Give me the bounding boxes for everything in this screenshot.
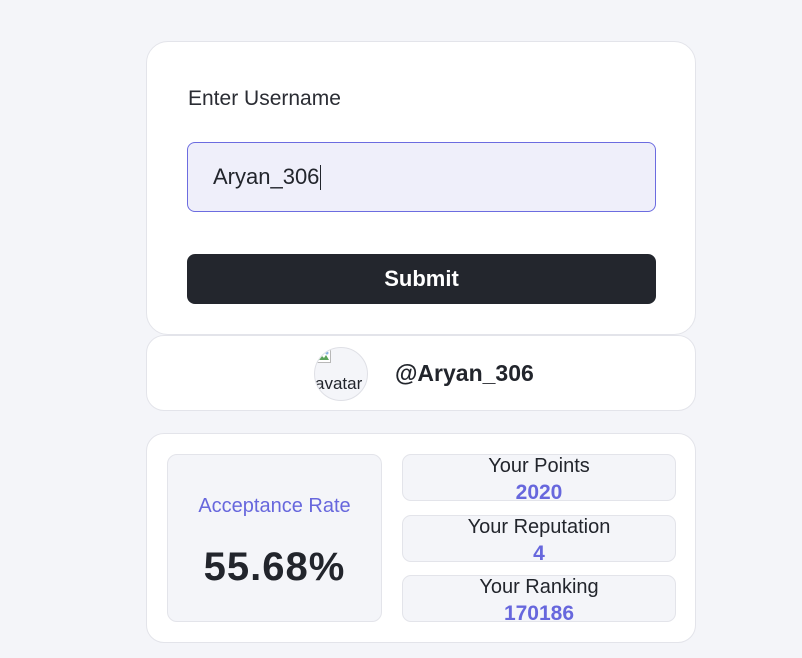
- profile-card: avatar @Aryan_306: [146, 335, 696, 411]
- reputation-value: 4: [533, 542, 545, 565]
- points-stat: Your Points 2020: [402, 454, 676, 504]
- points-value: 2020: [515, 481, 563, 504]
- text-caret: [320, 164, 322, 190]
- username-form-card: Enter Username Aryan_306 Submit: [146, 41, 696, 335]
- ranking-title: Your Ranking: [479, 576, 599, 598]
- ranking-value: 170186: [503, 602, 575, 625]
- avatar-alt-text: avatar: [315, 374, 363, 393]
- broken-image-icon: [317, 349, 331, 363]
- acceptance-rate-box: Acceptance Rate 55.68%: [167, 454, 382, 622]
- stats-card: Acceptance Rate 55.68% Your Points 2020 …: [146, 433, 696, 643]
- username-input-value: Aryan_306: [213, 164, 320, 189]
- points-title: Your Points: [488, 455, 590, 477]
- avatar: avatar: [314, 347, 368, 401]
- reputation-stat: Your Reputation 4: [402, 515, 676, 565]
- acceptance-rate-label: Acceptance Rate: [198, 495, 351, 517]
- username-input[interactable]: Aryan_306: [187, 142, 656, 212]
- username-label: Enter Username: [188, 87, 341, 110]
- submit-button[interactable]: Submit: [187, 254, 656, 304]
- reputation-title: Your Reputation: [467, 516, 611, 538]
- ranking-stat: Your Ranking 170186: [402, 575, 676, 625]
- acceptance-rate-value: 55.68%: [203, 545, 346, 589]
- profile-handle: @Aryan_306: [395, 360, 534, 386]
